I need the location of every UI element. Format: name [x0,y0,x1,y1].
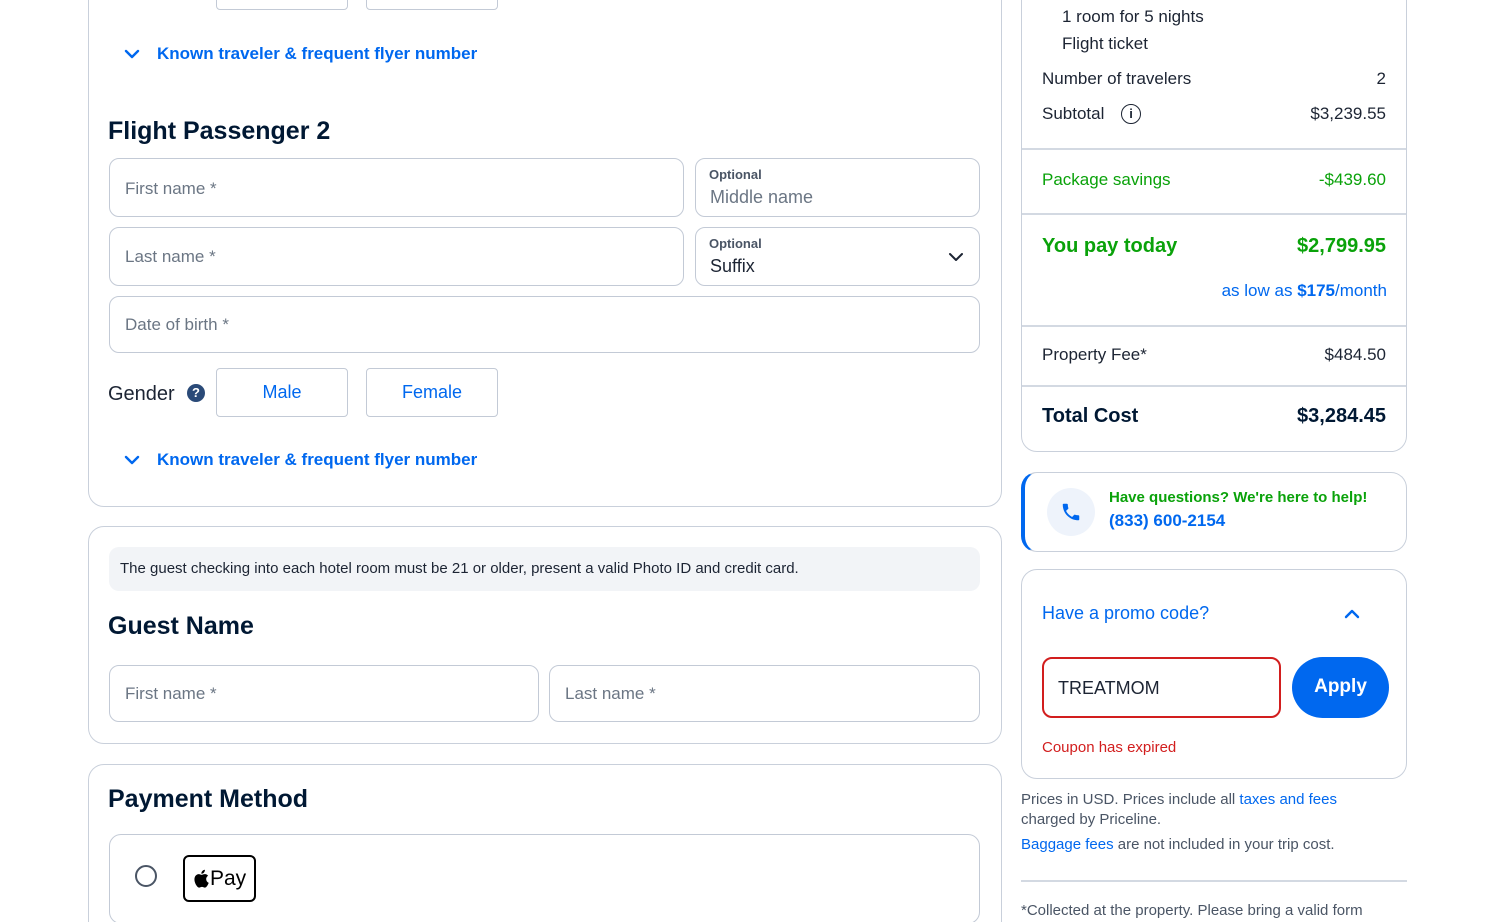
pay-today-value: $2,799.95 [1297,235,1386,257]
p2-first-name-placeholder: First name * [125,179,217,198]
p2-middle-name-placeholder: Middle name [710,187,814,207]
property-fee-label: Property Fee* [1042,345,1147,364]
taxes-fees-link[interactable]: taxes and fees [1239,791,1337,808]
savings-row: Package savings -$439.60 [1042,170,1386,190]
p2-suffix-optional-label: Optional [709,236,762,251]
payment-card: Payment Method Pay [88,764,1002,922]
phone-icon-circle [1047,488,1095,536]
guest-first-name-input[interactable]: First name * [109,665,539,722]
p2-middle-optional-label: Optional [709,167,762,182]
promo-card: Have a promo code? TREATMOM Apply Coupon… [1021,569,1407,779]
guest-last-name-placeholder: Last name * [565,684,656,703]
savings-value: -$439.60 [1318,170,1386,189]
phone-icon [1062,503,1080,521]
promo-code-value: TREATMOM [1058,678,1160,698]
baggage-note: Baggage fees are not included in your tr… [1021,836,1407,853]
p2-dob-input[interactable]: Date of birth * [109,296,980,353]
help-icon[interactable]: ? [187,384,205,402]
travelers-value: 2 [1376,69,1386,88]
info-icon[interactable]: i [1121,104,1141,124]
chevron-down-icon [124,49,140,59]
flight-line: Flight ticket [1062,34,1148,53]
prices-note-prefix: Prices in USD. Prices include all [1021,791,1240,808]
baggage-note-suffix: are not included in your trip cost. [1113,836,1335,853]
payment-title: Payment Method [108,785,309,813]
promo-code-input[interactable]: TREATMOM [1042,657,1281,718]
p2-middle-name-input[interactable]: Optional Middle name [695,158,980,217]
p2-suffix-value: Suffix [710,256,755,276]
p2-known-traveler-link[interactable]: Known traveler & frequent flyer number [157,450,477,470]
subtotal-row: Subtotal i $3,239.55 [1042,104,1386,124]
property-fee-value: $484.50 [1324,345,1386,364]
promo-error: Coupon has expired [1042,739,1177,756]
apple-pay-radio[interactable] [135,865,157,887]
monthly-link[interactable]: as low as $175/month [1222,281,1387,301]
p2-suffix-select[interactable]: Optional Suffix [695,227,980,286]
p1-male-button[interactable] [216,0,348,10]
p2-gender-label: Gender [108,383,175,405]
subtotal-label: Subtotal [1042,104,1105,123]
price-summary-card: 1 room for 5 nights Flight ticket Number… [1021,0,1407,452]
prices-note-suffix: charged by Priceline. [1021,811,1162,828]
guest-notice: The guest checking into each hotel room … [109,547,980,591]
monthly-prefix: as low as [1221,281,1298,300]
pay-today-label: You pay today [1042,235,1178,257]
total-value: $3,284.45 [1297,405,1386,427]
p2-first-name-input[interactable]: First name * [109,158,684,217]
travelers-label: Number of travelers [1042,69,1192,88]
chevron-down-icon [949,253,963,261]
savings-label: Package savings [1042,170,1171,189]
guest-card: The guest checking into each hotel room … [88,526,1002,744]
chevron-up-icon [1344,609,1360,619]
p1-female-button[interactable] [366,0,498,10]
monthly-amount: $175 [1297,281,1336,300]
help-phone[interactable]: (833) 600-2154 [1109,511,1225,531]
collected-note: *Collected at the property. Please bring… [1021,902,1363,919]
total-label: Total Cost [1042,405,1139,427]
guest-title: Guest Name [108,612,254,640]
promo-toggle-label: Have a promo code? [1042,603,1210,623]
guest-last-name-input[interactable]: Last name * [549,665,980,722]
apple-pay-badge: Pay [183,855,256,902]
pay-today-row: You pay today $2,799.95 [1042,235,1386,258]
apply-button[interactable]: Apply [1292,657,1389,718]
apple-pay-label: Pay [210,867,247,890]
baggage-fees-link[interactable]: Baggage fees [1021,836,1114,853]
p2-known-traveler-toggle[interactable]: Known traveler & frequent flyer number [122,448,542,474]
p2-female-button[interactable]: Female [366,368,498,417]
prices-note: Prices in USD. Prices include all taxes … [1021,790,1407,830]
chevron-down-icon [124,455,140,465]
p1-known-traveler-toggle[interactable]: Known traveler & frequent flyer number [122,42,542,68]
help-card: Have questions? We're here to help! (833… [1021,472,1407,552]
property-fee-row: Property Fee* $484.50 [1042,345,1386,365]
apple-logo-icon [194,869,209,888]
divider [1022,325,1406,327]
room-line: 1 room for 5 nights [1062,7,1204,26]
apple-pay-option[interactable]: Pay [109,834,980,922]
total-row: Total Cost $3,284.45 [1042,405,1386,428]
divider [1022,148,1406,150]
divider [1022,213,1406,215]
passenger2-title: Flight Passenger 2 [108,117,331,145]
p2-last-name-placeholder: Last name * [125,247,216,266]
p2-male-button[interactable]: Male [216,368,348,417]
p2-last-name-input[interactable]: Last name * [109,227,684,286]
guest-notice-text: The guest checking into each hotel room … [120,560,799,577]
travelers-row: Number of travelers 2 [1042,69,1386,89]
subtotal-value: $3,239.55 [1310,104,1386,123]
help-question: Have questions? We're here to help! [1109,489,1368,506]
divider [1021,880,1407,882]
guest-first-name-placeholder: First name * [125,684,217,703]
promo-toggle[interactable]: Have a promo code? [1042,600,1387,628]
divider [1022,385,1406,387]
monthly-suffix: /month [1335,281,1387,300]
p1-known-traveler-link[interactable]: Known traveler & frequent flyer number [157,44,477,64]
p2-dob-placeholder: Date of birth * [125,315,229,334]
